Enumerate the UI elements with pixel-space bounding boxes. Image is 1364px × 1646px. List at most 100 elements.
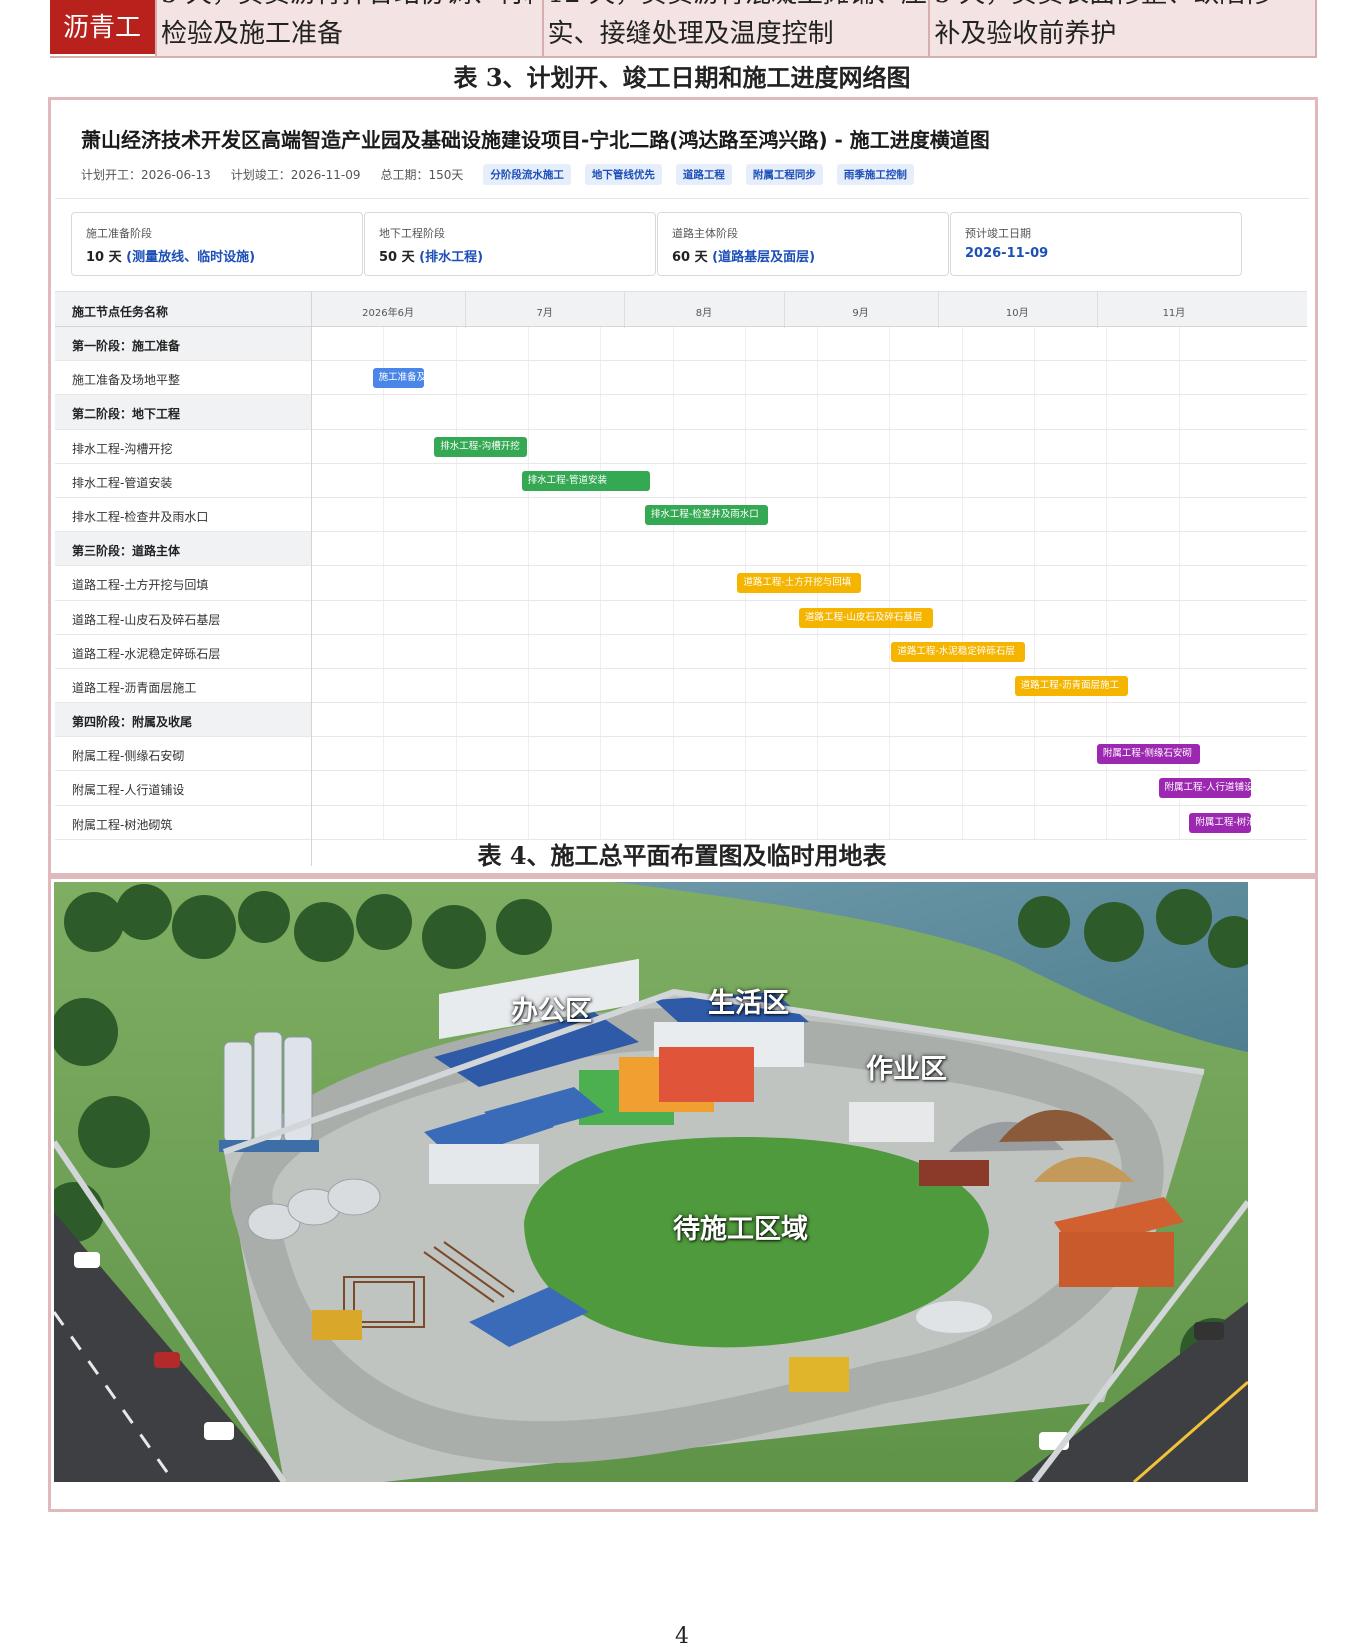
task-name-cell: 附属工程-人行道铺设 bbox=[55, 771, 311, 804]
timeline-gridline bbox=[672, 634, 674, 668]
timeline-gridline bbox=[455, 497, 457, 532]
timeline-gridline bbox=[1106, 805, 1108, 839]
timeline-gridline bbox=[1178, 532, 1180, 566]
timeline-gridline bbox=[455, 395, 457, 429]
task-name-cell: 第二阶段：地下工程 bbox=[55, 395, 311, 429]
task-name-cell: 道路工程-沥青面层施工 bbox=[55, 669, 311, 702]
table3-caption: 表 3、计划开、竣工日期和施工进度网络图 bbox=[453, 63, 911, 92]
timeline-gridline bbox=[817, 634, 819, 668]
timeline-gridline bbox=[1178, 395, 1180, 429]
task-name-cell: 排水工程-检查井及雨水口 bbox=[55, 498, 311, 531]
phase-row: 第一阶段：施工准备 bbox=[55, 327, 1307, 362]
timeline-gridline bbox=[383, 463, 385, 497]
timeline-gridline bbox=[527, 805, 529, 839]
task-row: 道路工程-土方开挖与回填 道路工程-土方开挖与回填 bbox=[55, 566, 1307, 601]
timeline-gridline bbox=[455, 361, 457, 395]
timeline-gridline bbox=[600, 634, 602, 668]
timeline-gridline bbox=[817, 497, 819, 532]
cell-line: 检验及施工准备 bbox=[161, 19, 344, 49]
stat-value: 50 天 (排水工程) bbox=[379, 250, 484, 265]
timeline-gridline bbox=[1106, 327, 1108, 361]
task-label: 道路工程-水泥稳定碎砾石层 bbox=[72, 646, 221, 661]
tag-badge: 地下管线优先 bbox=[584, 164, 662, 185]
timeline-gridline bbox=[889, 429, 891, 463]
timeline-gridline bbox=[1178, 463, 1180, 497]
timeline-gridline bbox=[961, 703, 963, 737]
timeline-gridline bbox=[1106, 771, 1108, 805]
timeline-gridline bbox=[1106, 497, 1108, 532]
timeline-gridline bbox=[817, 737, 819, 771]
timeline-gridline bbox=[1106, 566, 1108, 600]
timeline-gridline bbox=[961, 532, 963, 566]
zone-label-pending: 待施工区域 bbox=[673, 1214, 808, 1245]
timeline-gridline bbox=[817, 395, 819, 429]
timeline-gridline bbox=[383, 395, 385, 429]
timeline-gridline bbox=[744, 327, 746, 361]
timeline-gridline bbox=[383, 771, 385, 805]
phase-label: 第一阶段：施工准备 bbox=[72, 339, 181, 353]
gantt-rows: 第一阶段：施工准备施工准备及场地平整 施工准备及场地平整第二阶段：地下工程排水工程… bbox=[55, 327, 1307, 840]
timeline-gridline bbox=[961, 771, 963, 805]
timeline-gridline bbox=[1034, 805, 1036, 839]
timeline-gridline bbox=[600, 600, 602, 634]
timeline-gridline bbox=[527, 429, 529, 463]
timeline-gridline bbox=[383, 600, 385, 634]
team-label-cell: 沥青工 bbox=[50, 0, 155, 54]
task-row: 道路工程-沥青面层施工 道路工程-沥青面层施工 bbox=[55, 668, 1307, 704]
timeline-gridline bbox=[1106, 532, 1108, 566]
task-name-cell: 道路工程-土方开挖与回填 bbox=[55, 566, 311, 599]
timeline-gridline bbox=[1178, 805, 1180, 839]
timeline-gridline bbox=[1034, 532, 1036, 566]
timeline-gridline bbox=[744, 737, 746, 771]
timeline-gridline bbox=[455, 703, 457, 737]
task-row: 排水工程-沟槽开挖 排水工程-沟槽开挖 bbox=[55, 429, 1307, 464]
construction-team-table-fragment: 沥青工 5 天，负责沥青拌合站协调、材料 检验及施工准备 12 天，负责沥青混凝… bbox=[50, 0, 1318, 58]
gantt-header: 施工节点任务名称 2026年6月 7月 8月 9月 10月 11月 bbox=[55, 291, 1307, 328]
task-name-cell: 道路工程-山皮石及碎石基层 bbox=[55, 601, 311, 634]
task-label: 排水工程-沟槽开挖 bbox=[72, 441, 173, 456]
gantt-panel: 萧山经济技术开发区高端智造产业园及基础设施建设项目-宁北二路(鸿达路至鸿兴路) … bbox=[48, 97, 1318, 876]
timeline-gridline bbox=[383, 429, 385, 463]
timeline-gridline bbox=[672, 463, 674, 497]
task-row: 附属工程-树池砌筑 附属工程-树池砌筑 bbox=[55, 805, 1307, 840]
timeline-gridline bbox=[455, 737, 457, 771]
timeline-gridline bbox=[600, 361, 602, 395]
timeline-gridline bbox=[744, 600, 746, 634]
gantt-bar: 附属工程-人行道铺设 bbox=[1158, 778, 1251, 799]
timeline-gridline bbox=[817, 805, 819, 839]
tag-badge: 附属工程同步 bbox=[745, 164, 823, 185]
timeline-gridline bbox=[672, 532, 674, 566]
timeline-gridline bbox=[527, 703, 529, 737]
timeline-gridline bbox=[744, 634, 746, 668]
timeline-gridline bbox=[889, 497, 891, 532]
timeline-gridline bbox=[1034, 327, 1036, 361]
timeline-gridline bbox=[1178, 668, 1180, 703]
cell-line: 实、接缝处理及温度控制 bbox=[547, 19, 834, 49]
timeline-gridline bbox=[455, 532, 457, 566]
timeline-gridline bbox=[1178, 327, 1180, 361]
timeline-gridline bbox=[817, 361, 819, 395]
phase-label: 第二阶段：地下工程 bbox=[72, 407, 181, 422]
timeline-gridline bbox=[817, 463, 819, 497]
timeline-gridline bbox=[1034, 737, 1036, 771]
cell-line: 12 天，负责沥青混凝土摊铺、压 bbox=[548, 0, 927, 14]
timeline-gridline bbox=[744, 805, 746, 839]
task-row: 排水工程-管道安装 排水工程-管道安装 bbox=[55, 463, 1307, 498]
timeline-gridline bbox=[600, 805, 602, 839]
timeline-gridline bbox=[1034, 361, 1036, 395]
month-gridline bbox=[1096, 292, 1098, 328]
page-number: 4 bbox=[675, 1624, 689, 1646]
phase-row: 第二阶段：地下工程 bbox=[55, 395, 1307, 430]
task-name-cell: 附属工程-树池砌筑 bbox=[55, 806, 311, 839]
timeline-gridline bbox=[744, 532, 746, 566]
month-tick-label: 11月 bbox=[1162, 308, 1186, 319]
cell-line: 5 天，负责表面修整、缺陷修 bbox=[934, 0, 1271, 14]
timeline-gridline bbox=[1106, 600, 1108, 634]
stat-value: 2026-11-09 bbox=[965, 246, 1049, 261]
task-name-cell: 第一阶段：施工准备 bbox=[55, 327, 311, 361]
timeline-gridline bbox=[1178, 497, 1180, 532]
timeline-gridline bbox=[600, 668, 602, 703]
stat-label: 施工准备阶段 bbox=[86, 227, 152, 240]
timeline-gridline bbox=[1034, 566, 1036, 600]
timeline-gridline bbox=[1034, 703, 1036, 737]
